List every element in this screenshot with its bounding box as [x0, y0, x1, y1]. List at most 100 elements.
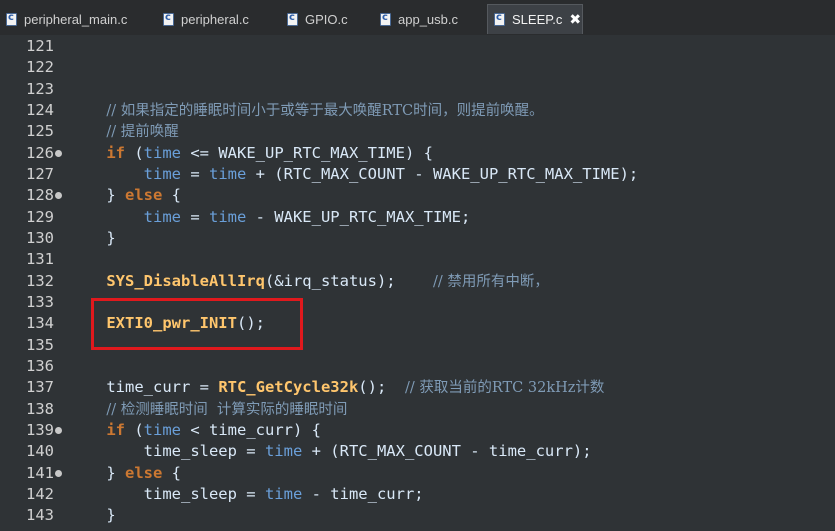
code-token: else [125, 186, 163, 205]
code-token: (&irq_status); [264, 271, 433, 290]
tab-peripheral[interactable]: peripheral.c [157, 4, 269, 34]
code-token: time [264, 442, 303, 461]
line-number: 124 [26, 100, 54, 119]
line-number: 125 [26, 122, 54, 141]
line-number: 127 [26, 164, 54, 183]
code-token: time_sleep = [69, 442, 265, 461]
tab-peripheral-main[interactable]: peripheral_main.c [0, 4, 146, 34]
fold-marker-icon[interactable] [55, 469, 62, 477]
tab-app-usb[interactable]: app_usb.c [374, 4, 478, 34]
code-text: SYS_DisableAllIrq(&irq_status); // 禁用所有中… [69, 271, 549, 293]
code-token: // 获取当前的RTC 32kHz计数 [404, 380, 605, 397]
line-number: 142 [26, 484, 54, 503]
code-token: - time_curr; [302, 484, 424, 503]
tab-label: app_usb.c [398, 11, 458, 27]
code-token: = [180, 164, 209, 183]
code-token: } [69, 506, 116, 525]
fold-marker-icon[interactable] [55, 192, 62, 200]
line-number: 128 [26, 186, 54, 205]
code-token: time [143, 143, 181, 162]
line-number: 136 [26, 356, 54, 375]
line-number: 135 [26, 335, 54, 354]
line-number: 126 [26, 143, 54, 162]
code-token: time [208, 207, 247, 226]
code-line[interactable]: 143 } [0, 505, 835, 526]
code-token: // 检测睡眠时间 计算实际的睡眠时间 [106, 401, 348, 418]
line-number: 137 [26, 378, 54, 397]
code-token: + (RTC_MAX_COUNT - time_curr); [302, 442, 592, 461]
tab-sleep[interactable]: SLEEP.c ✖ [487, 4, 583, 34]
code-line[interactable]: 122 [0, 57, 835, 78]
tab-label: SLEEP.c [512, 12, 563, 27]
code-text: // 检测睡眠时间 计算实际的睡眠时间 [69, 399, 347, 421]
code-token: // 如果指定的睡眠时间小于或等于最大唤醒RTC时间，则提前唤醒。 [106, 102, 544, 119]
c-source-file-icon [163, 12, 174, 26]
c-source-file-icon [494, 12, 505, 26]
code-line[interactable]: 125 // 提前唤醒 [0, 121, 835, 142]
tab-label: peripheral.c [181, 11, 249, 27]
code-editor[interactable]: 121 122 123 124 // 如果指定的睡眠时间小于或等于最大唤醒RTC时间，… [0, 35, 835, 531]
code-line[interactable]: 127 time = time + (RTC_MAX_COUNT - WAKE_… [0, 164, 835, 185]
code-text: time = time + (RTC_MAX_COUNT - WAKE_UP_R… [69, 164, 639, 185]
code-line[interactable]: 136 [0, 356, 835, 377]
line-number: 133 [26, 292, 54, 311]
code-line[interactable]: 137 time_curr = RTC_GetCycle32k(); // 获取… [0, 377, 835, 398]
code-token: // 禁用所有中断， [432, 273, 549, 290]
code-line[interactable]: 128 } else { [0, 185, 835, 206]
tab-gpio[interactable]: GPIO.c [281, 4, 363, 34]
code-token: if [106, 420, 125, 439]
close-icon[interactable]: ✖ [569, 13, 581, 27]
code-token: RTC_GetCycle32k [218, 378, 359, 397]
code-token: } [69, 463, 125, 482]
c-source-file-icon [380, 12, 391, 26]
editor-tab-bar: peripheral_main.c peripheral.c GPIO.c ap… [0, 0, 835, 36]
code-line[interactable]: 126 if (time <= WAKE_UP_RTC_MAX_TIME) { [0, 143, 835, 164]
code-line[interactable]: 124 // 如果指定的睡眠时间小于或等于最大唤醒RTC时间，则提前唤醒。 [0, 100, 835, 121]
tab-label: GPIO.c [305, 11, 348, 27]
code-text: if (time < time_curr) { [69, 420, 321, 441]
code-text: } [69, 228, 115, 249]
code-line[interactable]: 131 [0, 249, 835, 270]
code-token: time_curr = [69, 378, 219, 397]
code-line[interactable]: 123 [0, 79, 835, 100]
code-line[interactable]: 139 if (time < time_curr) { [0, 420, 835, 441]
code-text: time_sleep = time + (RTC_MAX_COUNT - tim… [69, 441, 592, 462]
code-line[interactable]: 130 } [0, 228, 835, 249]
code-line[interactable]: 141 } else { [0, 463, 835, 484]
line-number: 132 [26, 271, 54, 290]
code-text: } else { [69, 463, 181, 484]
code-token: - WAKE_UP_RTC_MAX_TIME; [246, 207, 471, 226]
line-number: 131 [26, 250, 54, 269]
code-line[interactable]: 132 SYS_DisableAllIrq(&irq_status); // 禁… [0, 271, 835, 292]
code-token: <= WAKE_UP_RTC_MAX_TIME) { [181, 143, 433, 162]
code-line[interactable]: 138 // 检测睡眠时间 计算实际的睡眠时间 [0, 399, 835, 420]
line-number: 121 [26, 37, 54, 55]
line-number: 138 [26, 399, 54, 418]
code-token: // 提前唤醒 [106, 124, 179, 141]
code-token: { [162, 463, 181, 482]
line-number: 144 [0, 527, 54, 531]
fold-marker-icon[interactable] [55, 149, 62, 157]
code-line[interactable]: 144 [0, 527, 835, 531]
line-number: 123 [26, 79, 54, 98]
code-token: time [143, 207, 181, 226]
fold-marker-icon[interactable] [55, 426, 62, 434]
code-line[interactable]: 121 [0, 36, 835, 57]
code-text: time_curr = RTC_GetCycle32k(); // 获取当前的R… [69, 377, 604, 399]
line-number: 129 [26, 207, 54, 226]
code-line[interactable]: 142 time_sleep = time - time_curr; [0, 484, 835, 505]
code-line[interactable]: 129 time = time - WAKE_UP_RTC_MAX_TIME; [0, 207, 835, 228]
code-line[interactable]: 140 time_sleep = time + (RTC_MAX_COUNT -… [0, 441, 835, 462]
code-token: < time_curr) { [181, 420, 321, 439]
line-number: 134 [26, 314, 54, 333]
code-token: ( [125, 420, 144, 439]
code-token: { [162, 186, 181, 205]
code-token: time [264, 484, 303, 503]
c-source-file-icon [287, 12, 298, 26]
code-token: ( [125, 143, 144, 162]
